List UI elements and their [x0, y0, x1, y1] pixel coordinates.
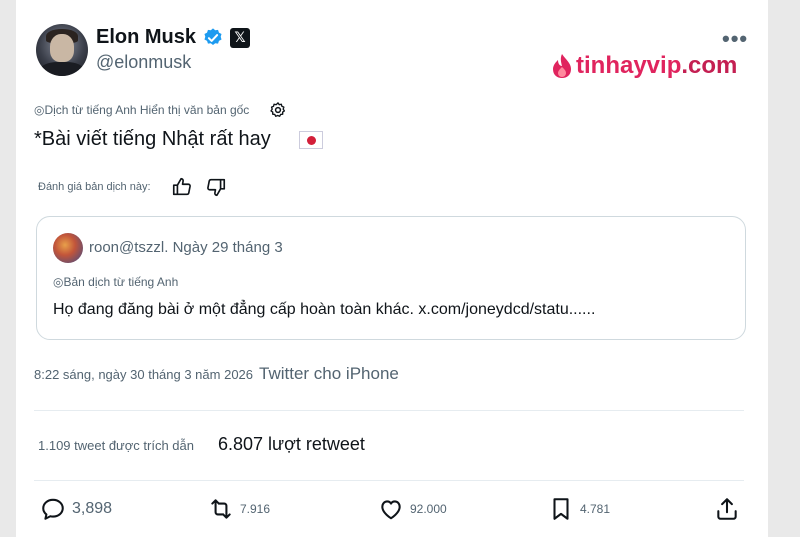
- post-text: *Bài viết tiếng Nhật rất hay: [34, 128, 271, 150]
- x-logo-icon: 𝕏: [230, 27, 251, 48]
- avatar[interactable]: [36, 24, 88, 76]
- like-button[interactable]: 92.000: [378, 496, 447, 522]
- rate-translation-label: Đánh giá bản dịch này:: [38, 181, 151, 193]
- more-options-icon[interactable]: •••: [722, 26, 748, 52]
- repost-icon: [211, 499, 231, 519]
- flame-icon: [553, 54, 571, 78]
- post-meta: 8:22 sáng, ngày 30 tháng 3 năm 2026 Twit…: [34, 364, 399, 384]
- avatar-shirt: [40, 62, 84, 76]
- quoted-tweet[interactable]: roon@tszzl. Ngày 29 tháng 3 ◎Bản dịch từ…: [36, 216, 746, 340]
- quoted-header[interactable]: roon@tszzl. Ngày 29 tháng 3: [89, 239, 283, 256]
- divider: [34, 480, 744, 481]
- post-body-row: *Bài viết tiếng Nhật rất hay: [34, 128, 323, 151]
- quoted-text: Họ đang đăng bài ở một đẳng cấp hoàn toà…: [53, 301, 596, 318]
- divider: [34, 410, 744, 411]
- tweet-card: Elon Musk 𝕏 @elonmusk ••• tinhayvip .com …: [16, 0, 768, 537]
- name-row: Elon Musk 𝕏: [96, 26, 251, 49]
- thumbs-up-icon[interactable]: [171, 176, 193, 198]
- bookmark-count: 4.781: [580, 502, 611, 516]
- quoted-translation-notice[interactable]: ◎Bản dịch từ tiếng Anh: [53, 275, 178, 289]
- reply-count: 3,898: [72, 500, 113, 517]
- translation-notice-row: ◎Dịch từ tiếng Anh Hiển thị văn bản gốc: [34, 101, 287, 119]
- quoted-avatar[interactable]: [53, 233, 83, 263]
- share-icon: [717, 498, 737, 520]
- bookmark-button[interactable]: 4.781: [548, 496, 610, 522]
- thumbs-down-icon[interactable]: [205, 176, 227, 198]
- watermark-logo: tinhayvip .com: [552, 52, 737, 80]
- rate-translation-row: Đánh giá bản dịch này:: [38, 176, 227, 198]
- user-handle[interactable]: @elonmusk: [96, 52, 191, 73]
- retweet-count[interactable]: 6.807 lượt retweet: [218, 434, 365, 455]
- watermark-domain: .com: [681, 52, 738, 79]
- repost-count: 7.916: [240, 502, 271, 516]
- post-timestamp[interactable]: 8:22 sáng, ngày 30 tháng 3 năm 2026: [34, 367, 253, 382]
- engagement-stats: 1.109 tweet được trích dẫn 6.807 lượt re…: [38, 434, 365, 455]
- like-count: 92.000: [410, 502, 447, 516]
- post-source: Twitter cho iPhone: [259, 364, 399, 383]
- heart-icon: [381, 500, 401, 520]
- translation-notice[interactable]: ◎Dịch từ tiếng Anh Hiển thị văn bản gốc: [34, 103, 249, 117]
- reply-icon: [42, 498, 64, 520]
- action-bar: 3,898 7.916 92.000 4.781: [40, 496, 740, 526]
- share-button[interactable]: [714, 496, 740, 522]
- japan-flag-icon: [298, 130, 323, 149]
- bookmark-icon: [553, 498, 569, 520]
- display-name[interactable]: Elon Musk: [96, 26, 196, 49]
- repost-button[interactable]: 7.916: [208, 496, 270, 522]
- gear-icon[interactable]: [269, 101, 287, 119]
- watermark-text: tinhayvip: [576, 52, 682, 79]
- reply-button[interactable]: 3,898: [40, 496, 112, 522]
- verified-badge-icon: [204, 27, 222, 45]
- avatar-face: [50, 34, 74, 62]
- quote-count[interactable]: 1.109 tweet được trích dẫn: [38, 438, 194, 453]
